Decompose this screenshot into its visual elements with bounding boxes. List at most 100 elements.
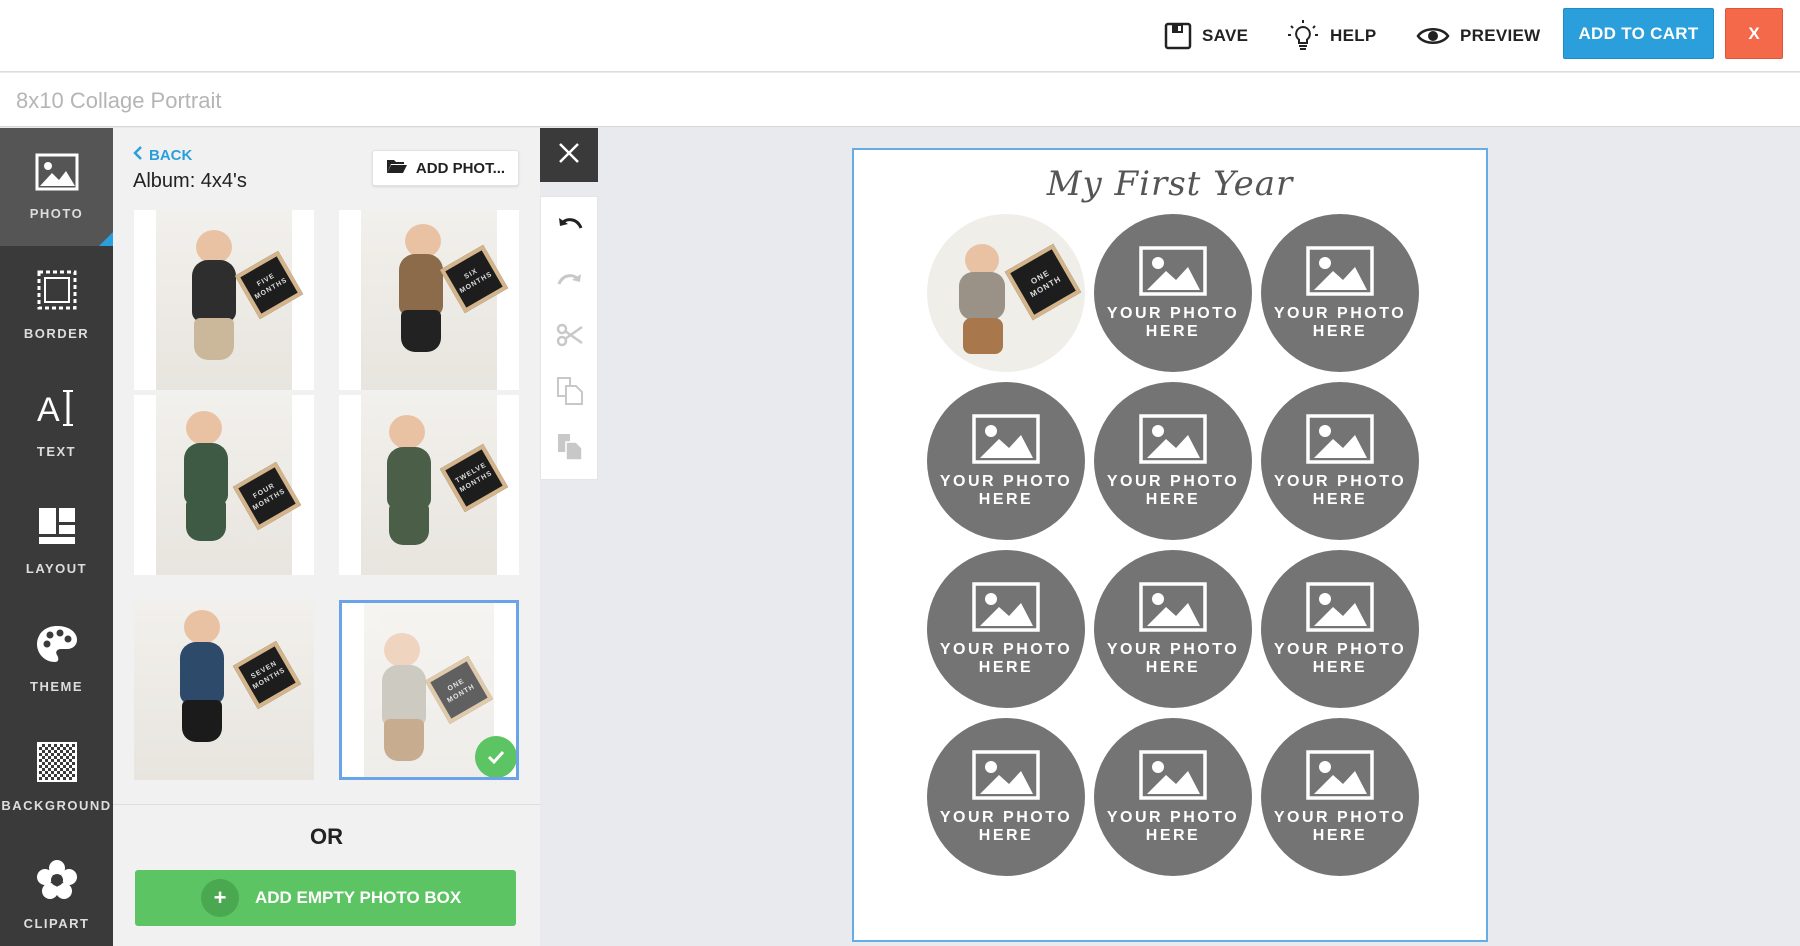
preview-label: PREVIEW [1460,26,1541,45]
image-placeholder-icon [972,750,1040,801]
page-title[interactable]: My First Year [854,164,1486,204]
photo-slot-empty[interactable]: YOUR PHOTO HERE [1261,214,1419,372]
sidebar-item-theme[interactable]: THEME [0,600,113,718]
preview-button[interactable]: PREVIEW [1416,0,1541,72]
photo-thumbnail[interactable]: FOUR MONTHS [134,395,314,575]
image-placeholder-icon [1306,246,1374,297]
sidebar-item-layout[interactable]: LAYOUT [0,482,113,600]
collage-page[interactable]: My First Year ONE MONTH YOUR PHOTO HERE Y… [852,148,1488,942]
image-placeholder-icon [1139,246,1207,297]
slot-text-line1: YOUR PHOTO [1106,305,1240,323]
help-button[interactable]: HELP [1286,0,1377,72]
photo-slot-empty[interactable]: YOUR PHOTO HERE [1094,550,1252,708]
sidebar-item-photo[interactable]: PHOTO [0,128,113,246]
back-label: BACK [149,146,193,164]
image-placeholder-icon [1306,414,1374,465]
photo-slot-empty[interactable]: YOUR PHOTO HERE [1094,382,1252,540]
floppy-disk-icon [1164,22,1192,50]
paste-button[interactable] [541,421,599,477]
divider [113,804,540,805]
photo-panel: BACK Album: 4x4's ADD PHOT... FIVE MONTH… [113,128,540,946]
sidebar-label: TEXT [36,444,77,459]
image-placeholder-icon [1139,582,1207,633]
add-to-cart-button[interactable]: ADD TO CART [1563,8,1714,59]
chevron-left-icon [133,146,143,164]
or-separator: OR [310,824,343,849]
image-placeholder-icon [1306,582,1374,633]
letterboard: ONE MONTH [1004,243,1082,321]
slot-text-line2: HERE [978,827,1034,844]
letterboard: ONE MONTH [424,655,494,725]
top-bar: SAVE HELP PREVIEW ADD TO CART X [0,0,1800,72]
baby-photo: TWELVE MONTHS [361,395,509,575]
slot-text-line1: YOUR PHOTO [1273,809,1407,827]
copy-icon [556,376,584,411]
save-button[interactable]: SAVE [1164,0,1248,72]
tool-sidebar: PHOTO BORDER A TEXT LAYOUT THEME BACKGRO… [0,128,113,946]
photo-slot-filled[interactable]: ONE MONTH [927,214,1085,372]
photo-icon [35,153,79,196]
layout-icon [37,506,77,551]
add-photos-button[interactable]: ADD PHOT... [372,150,519,186]
border-icon [36,269,78,316]
image-placeholder-icon [972,414,1040,465]
album-title: Album: 4x4's [133,170,247,192]
photo-slot-empty[interactable]: YOUR PHOTO HERE [927,550,1085,708]
image-placeholder-icon [972,582,1040,633]
slot-text-line2: HERE [978,659,1034,676]
photo-thumbnail[interactable]: SIX MONTHS [339,210,519,390]
edit-toolstrip [540,196,598,480]
copy-button[interactable] [541,365,599,421]
plus-icon: + [201,879,239,917]
back-link[interactable]: BACK [133,146,192,164]
baby-photo: ONE MONTH [364,603,494,777]
scissors-icon [556,323,584,352]
add-empty-label: ADD EMPTY PHOTO BOX [255,888,462,907]
cut-button[interactable] [541,309,599,365]
redo-button[interactable] [541,253,599,309]
photo-slot-empty[interactable]: YOUR PHOTO HERE [1094,214,1252,372]
add-photos-label: ADD PHOT... [415,159,506,177]
slot-text-line1: YOUR PHOTO [1273,473,1407,491]
undo-button[interactable] [541,197,599,253]
lightbulb-icon [1286,19,1320,53]
palette-icon [35,624,79,669]
photo-thumbnail-selected[interactable]: ONE MONTH [339,600,519,780]
slot-text-line2: HERE [1145,491,1201,508]
close-icon [558,142,580,169]
sidebar-item-border[interactable]: BORDER [0,246,113,364]
svg-text:A: A [37,391,60,429]
photo-thumbnail[interactable]: FIVE MONTHS [134,210,314,390]
photo-thumbnail[interactable]: SEVEN MONTHS [134,600,314,780]
photo-slot-empty[interactable]: YOUR PHOTO HERE [1261,718,1419,876]
project-title[interactable]: 8x10 Collage Portrait [16,88,221,114]
text-icon: A [35,387,79,434]
slot-text-line2: HERE [1312,827,1368,844]
baby-photo: SIX MONTHS [361,210,509,390]
photo-slot-empty[interactable]: YOUR PHOTO HERE [1094,718,1252,876]
folder-open-icon [386,158,408,178]
close-editor-button[interactable]: X [1725,8,1783,59]
slot-text-line1: YOUR PHOTO [1106,641,1240,659]
baby-photo: FIVE MONTHS [156,210,304,390]
photo-thumbnail[interactable]: TWELVE MONTHS [339,395,519,575]
image-placeholder-icon [1139,750,1207,801]
eye-icon [1416,25,1450,47]
checkmark-icon [475,736,516,777]
letterboard: FIVE MONTHS [234,250,304,320]
sidebar-item-text[interactable]: A TEXT [0,364,113,482]
photo-slot-empty[interactable]: YOUR PHOTO HERE [927,382,1085,540]
add-empty-photo-box-button[interactable]: + ADD EMPTY PHOTO BOX [135,870,516,926]
sidebar-item-clipart[interactable]: CLIPART [0,836,113,946]
save-label: SAVE [1202,26,1249,45]
photo-slot-empty[interactable]: YOUR PHOTO HERE [1261,382,1419,540]
slot-text-line2: HERE [1312,659,1368,676]
sidebar-label: CLIPART [23,916,90,931]
paste-icon [556,432,584,467]
flower-icon [36,859,78,906]
letterboard: SIX MONTHS [439,244,509,314]
photo-slot-empty[interactable]: YOUR PHOTO HERE [1261,550,1419,708]
sidebar-item-background[interactable]: BACKGROUND [0,718,113,836]
photo-slot-empty[interactable]: YOUR PHOTO HERE [927,718,1085,876]
close-panel-button[interactable] [540,128,598,182]
